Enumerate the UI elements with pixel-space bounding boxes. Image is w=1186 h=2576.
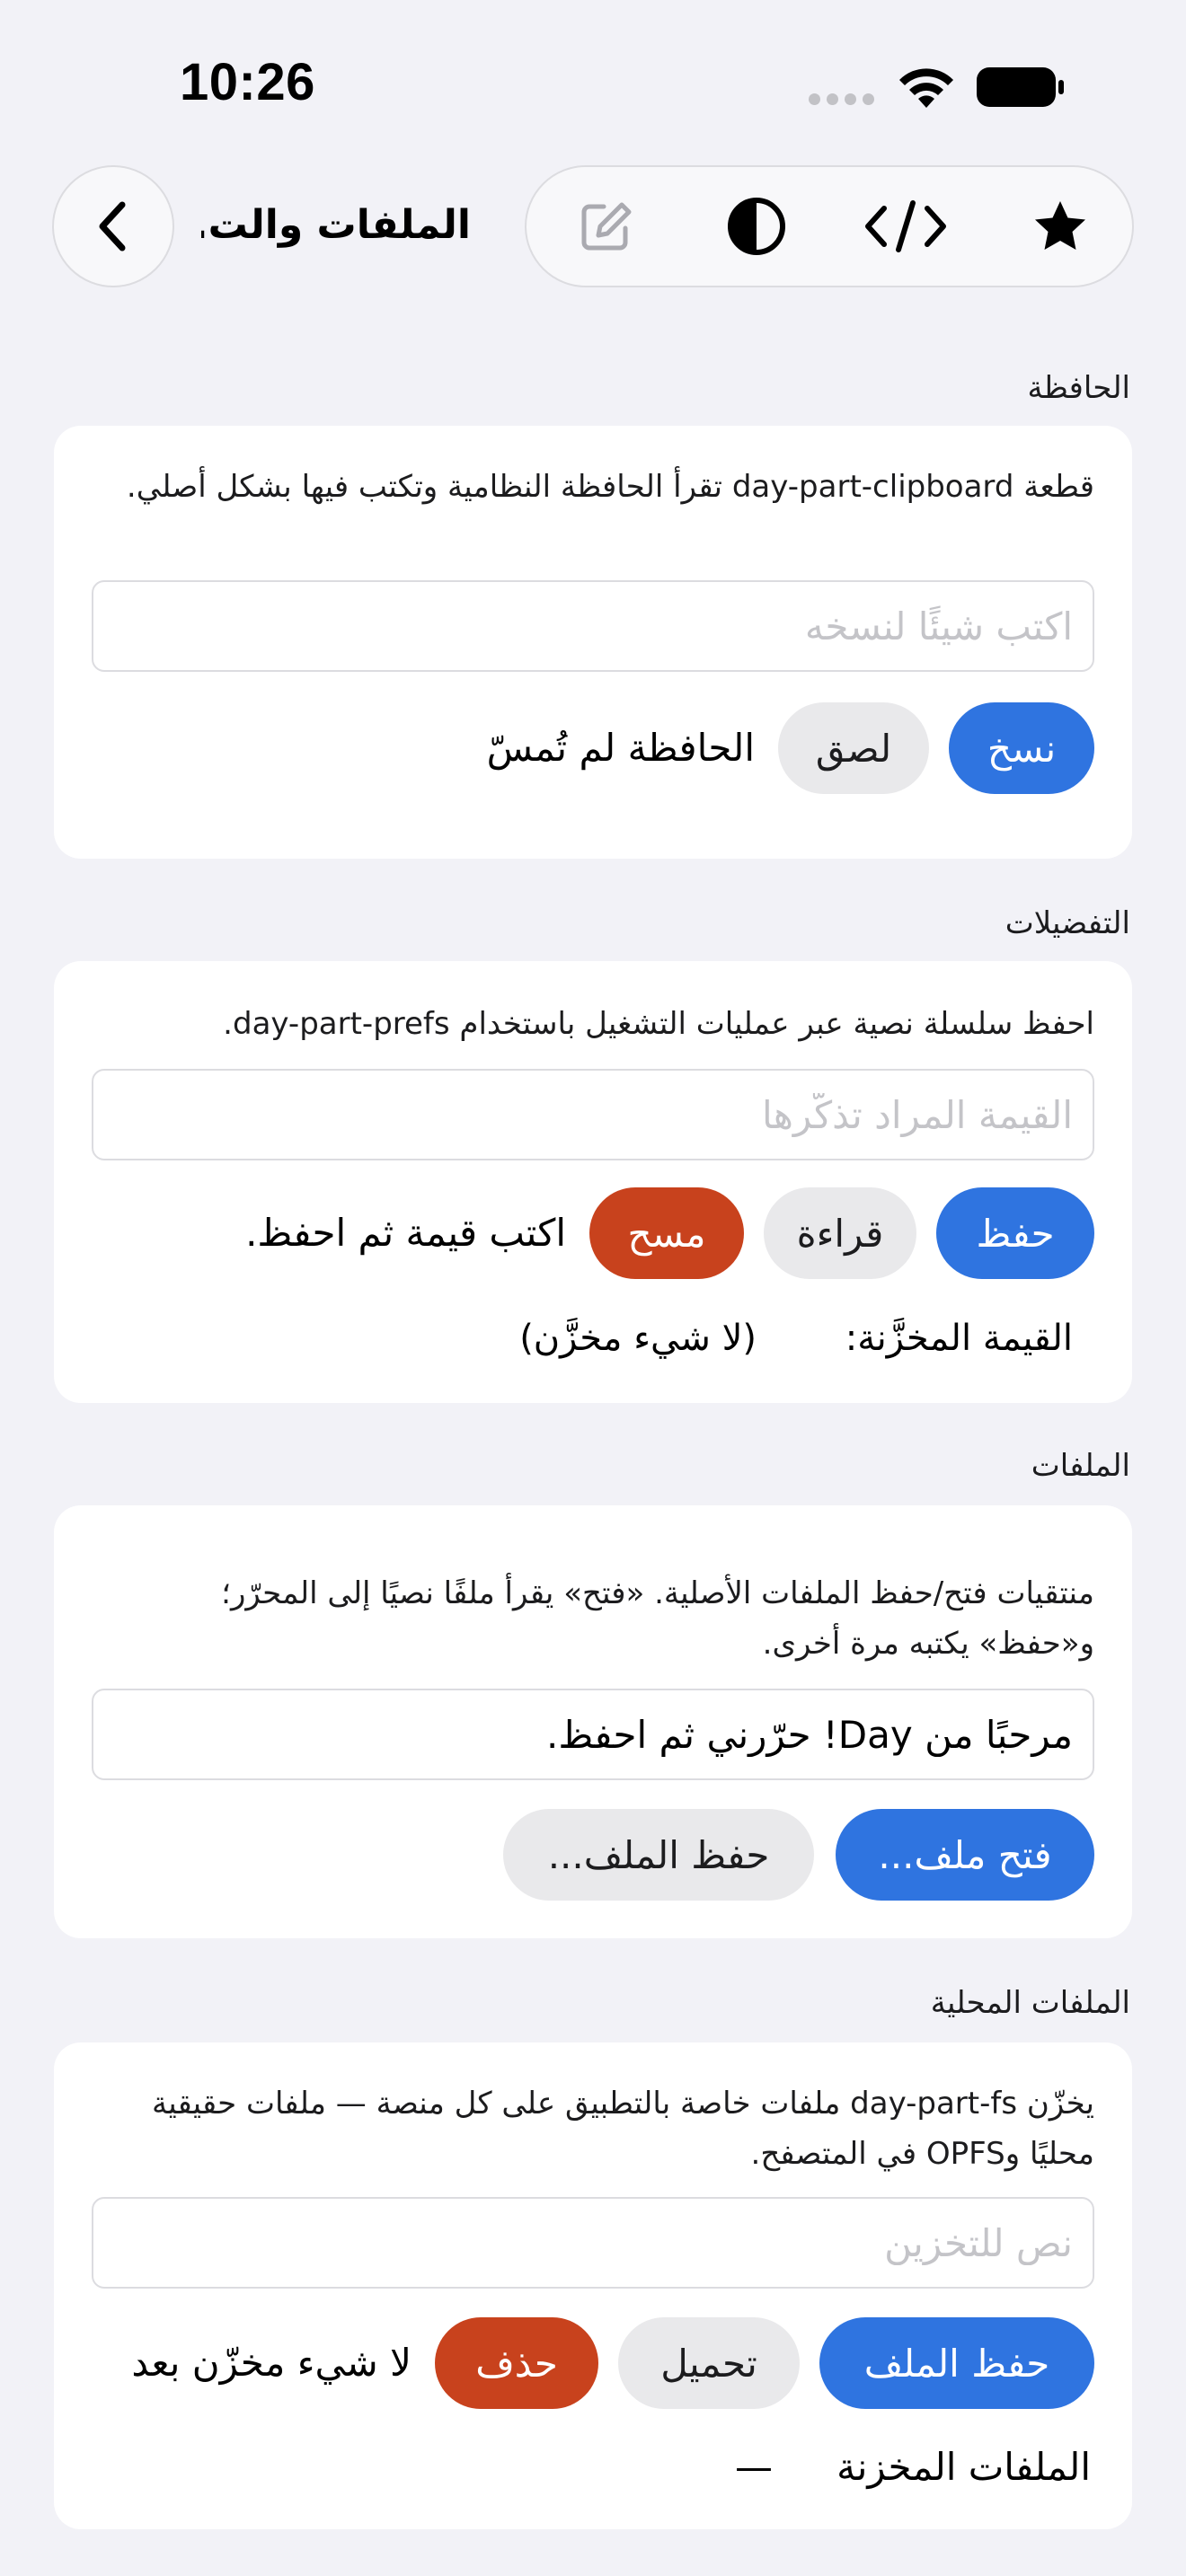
status-time: 10:26 bbox=[180, 53, 315, 111]
code-icon bbox=[865, 200, 946, 252]
paste-button[interactable]: لصق bbox=[778, 702, 929, 794]
prefs-status: اكتب قيمة ثم احفظ. bbox=[245, 1211, 566, 1255]
compose-icon bbox=[581, 202, 632, 251]
prefs-card: احفظ سلسلة نصية عبر عمليات التشغيل باستخ… bbox=[54, 961, 1132, 1403]
clipboard-input[interactable] bbox=[92, 580, 1094, 672]
appearance-button[interactable] bbox=[703, 167, 810, 286]
load-local-file-button[interactable]: تحميل bbox=[618, 2317, 800, 2409]
prefs-stored-value: (لا شيء مخزَّن) bbox=[519, 1318, 757, 1359]
prefs-clear-button[interactable]: مسح bbox=[589, 1187, 744, 1279]
battery-icon bbox=[977, 67, 1064, 107]
local-files-input[interactable] bbox=[92, 2197, 1094, 2289]
edit-button[interactable] bbox=[552, 167, 659, 286]
files-card: منتقيات فتح/حفظ الملفات الأصلية. «فتح» ي… bbox=[54, 1505, 1132, 1938]
clipboard-card: قطعة day-part-clipboard تقرأ الحافظة الن… bbox=[54, 426, 1132, 859]
toolbar bbox=[525, 165, 1134, 287]
prefs-stored-label: القيمة المخزَّنة: bbox=[845, 1318, 1073, 1359]
contrast-icon bbox=[728, 198, 785, 255]
back-button[interactable] bbox=[52, 165, 174, 287]
favorite-button[interactable] bbox=[1006, 167, 1114, 286]
prefs-read-button[interactable]: قراءة bbox=[764, 1187, 916, 1279]
stored-files-label: الملفات المخزنة bbox=[836, 2445, 1091, 2489]
prefs-section-label: التفضيلات bbox=[1005, 905, 1130, 941]
files-section-label: الملفات bbox=[1031, 1448, 1130, 1484]
chevron-left-icon bbox=[99, 201, 126, 251]
star-icon bbox=[1035, 201, 1085, 250]
clipboard-description: قطعة day-part-clipboard تقرأ الحافظة الن… bbox=[126, 469, 1094, 505]
local-files-section-label: الملفات المحلية bbox=[930, 1985, 1130, 2021]
clipboard-status: الحافظة لم تُمسّ bbox=[486, 726, 755, 770]
save-local-file-button[interactable]: حفظ الملف bbox=[819, 2317, 1094, 2409]
stored-files-value: — bbox=[735, 2445, 773, 2489]
page-title: الملفات والت... bbox=[201, 202, 471, 248]
source-button[interactable] bbox=[852, 167, 960, 286]
prefs-description: احفظ سلسلة نصية عبر عمليات التشغيل باستخ… bbox=[223, 1006, 1094, 1042]
clipboard-section-label: الحافظة bbox=[1027, 370, 1130, 406]
files-editor[interactable] bbox=[92, 1689, 1094, 1780]
files-description: منتقيات فتح/حفظ الملفات الأصلية. «فتح» ي… bbox=[221, 1575, 1094, 1662]
prefs-input[interactable] bbox=[92, 1069, 1094, 1160]
copy-button[interactable]: نسخ bbox=[949, 702, 1094, 794]
cellular-signal-icon bbox=[809, 93, 874, 105]
delete-local-file-button[interactable]: حذف bbox=[435, 2317, 598, 2409]
status-bar: 10:26 bbox=[0, 0, 1186, 171]
status-icons bbox=[809, 61, 1069, 115]
local-files-status: لا شيء مخزّن بعد bbox=[131, 2341, 412, 2385]
local-files-description: يخزّن day-part-fs ملفات خاصة بالتطبيق عل… bbox=[151, 2086, 1094, 2172]
open-file-button[interactable]: فتح ملف... bbox=[836, 1809, 1094, 1901]
save-file-dialog-button[interactable]: حفظ الملف... bbox=[503, 1809, 814, 1901]
wifi-icon bbox=[899, 68, 953, 108]
prefs-save-button[interactable]: حفظ bbox=[936, 1187, 1094, 1279]
local-files-card: يخزّن day-part-fs ملفات خاصة بالتطبيق عل… bbox=[54, 2042, 1132, 2529]
